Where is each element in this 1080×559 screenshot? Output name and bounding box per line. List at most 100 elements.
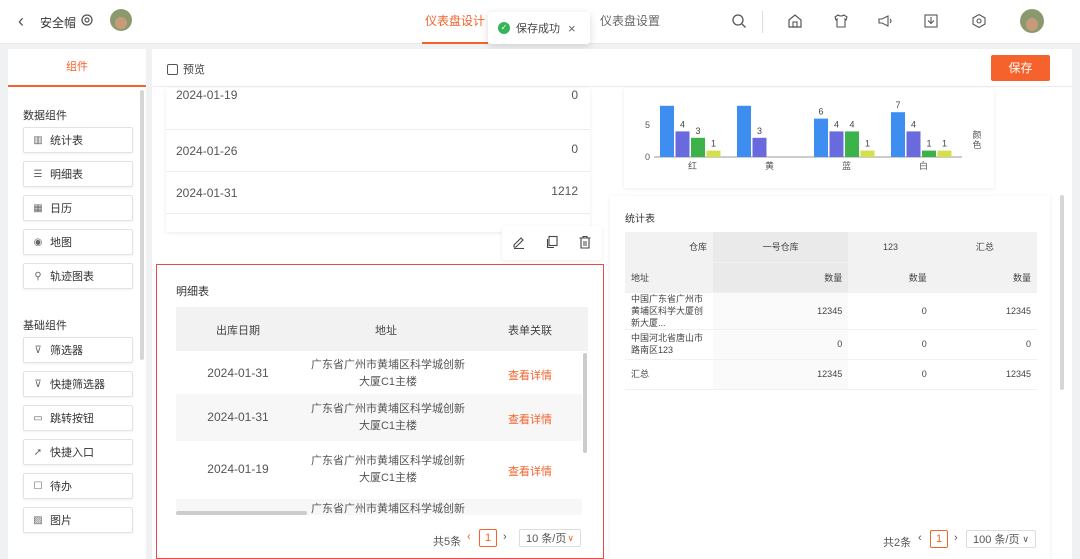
settings-icon[interactable] [80, 13, 94, 27]
component-bar-chart[interactable]: ▥ 统计表 [23, 127, 133, 153]
component-filter[interactable]: ⊽ 筛选器 [23, 337, 133, 363]
component-calendar[interactable]: ▦ 日历 [23, 195, 133, 221]
stat-cell: 中国广东省广州市黄埔区科学大厦创新大厦... [625, 292, 713, 330]
component-list[interactable]: ☰ 明细表 [23, 161, 133, 187]
stat-header-cell: 数量 [932, 262, 1037, 293]
edit-icon[interactable] [512, 235, 526, 252]
widget-actions [502, 226, 602, 260]
x-tick-label: 蓝 [842, 160, 851, 171]
prev-page-icon[interactable]: ‹ [918, 532, 922, 544]
page-size-select[interactable]: 10 条/页 ∨ [519, 529, 581, 547]
next-page-icon[interactable]: › [503, 531, 507, 543]
component-track[interactable]: ⚲ 轨迹图表 [23, 263, 133, 289]
row-value: 1212 [551, 184, 578, 198]
download-icon[interactable] [922, 12, 940, 30]
bar-chart-icon: ▥ [33, 134, 43, 146]
image-icon: ▨ [33, 514, 43, 526]
bar-data-label: 7 [895, 100, 900, 110]
stat-cell: 0 [848, 329, 933, 360]
shirt-icon[interactable] [832, 12, 850, 30]
next-page-icon[interactable]: › [954, 532, 958, 544]
component-label: 快捷筛选器 [50, 379, 105, 391]
view-details-link[interactable]: 查看详情 [472, 411, 582, 427]
canvas-toolbar: 预览 [152, 49, 1072, 87]
search-icon[interactable] [730, 12, 748, 30]
bar [845, 131, 859, 157]
home-icon[interactable] [786, 12, 804, 30]
component-map-pin[interactable]: ◉ 地图 [23, 229, 133, 255]
avatar[interactable] [110, 9, 132, 31]
stat-table-card: 统计表 仓库 一号仓库 123 汇总 地址 数量 数量 数量 中国广东省广州市黄… [610, 196, 1050, 559]
tab-components[interactable]: 组件 [8, 49, 146, 87]
stat-cell: 12345 [932, 292, 1037, 330]
detail-horizontal-scrollbar[interactable] [176, 511, 307, 515]
component-jump-button[interactable]: ▭ 跳转按钮 [23, 405, 133, 431]
table-row: 2024-01-31 广东省广州市黄埔区科学城创新大厦C1主楼 查看详情 [176, 394, 582, 441]
row-date: 2024-01-31 [207, 409, 269, 424]
save-button[interactable]: 保存 [991, 55, 1050, 81]
megaphone-icon[interactable] [876, 12, 894, 30]
component-shortcut[interactable]: ➚ 快捷入口 [23, 439, 133, 465]
stat-row: 中国河北省唐山市路南区123 0 0 0 [625, 329, 1037, 360]
stat-cell: 12345 [713, 359, 849, 390]
stat-cell: 中国河北省唐山市路南区123 [625, 329, 713, 360]
row-value: 0 [571, 142, 578, 156]
view-details-link[interactable]: 查看详情 [472, 463, 582, 479]
bar [675, 131, 690, 157]
page-size-select[interactable]: 100 条/页 ∨ [966, 530, 1036, 548]
stat-cell: 0 [713, 329, 849, 360]
preview-button[interactable]: 预览 [167, 61, 205, 77]
table-row: 2024-01-19 广东省广州市黄埔区科学城创新大厦C1主楼 查看详情 [176, 441, 582, 499]
stat-header-row: 地址 数量 数量 数量 [625, 262, 1037, 293]
user-avatar[interactable] [1020, 9, 1044, 33]
bar-data-label: 4 [849, 119, 854, 129]
bar [829, 131, 844, 157]
stat-table: 仓库 一号仓库 123 汇总 地址 数量 数量 数量 中国广东省广州市黄埔区科学… [625, 232, 1037, 390]
view-details-link[interactable]: 查看详情 [472, 367, 582, 383]
component-todo[interactable]: ☐ 待办 [23, 473, 133, 499]
component-image[interactable]: ▨ 图片 [23, 507, 133, 533]
stat-header-cell: 仓库 [625, 232, 713, 263]
component-quick-filter[interactable]: ⊽ 快捷筛选器 [23, 371, 133, 397]
current-page[interactable]: 1 [930, 530, 948, 548]
current-page[interactable]: 1 [479, 529, 497, 547]
component-label: 待办 [50, 481, 72, 493]
component-label: 轨迹图表 [50, 271, 94, 283]
data-components-heading: 数据组件 [23, 110, 67, 122]
bar [660, 105, 674, 157]
bar-data-label: 1 [926, 139, 931, 149]
bar [737, 105, 751, 157]
row-date: 2024-01-19 [207, 462, 269, 476]
stat-header-cell: 地址 [625, 262, 713, 293]
list-icon: ☰ [33, 168, 43, 180]
hexagon-settings-icon[interactable] [970, 12, 988, 30]
shortcut-icon: ➚ [33, 446, 43, 458]
table-row: 2024-01-26 0 [166, 130, 590, 172]
prev-page-icon[interactable]: ‹ [467, 531, 471, 543]
delete-icon[interactable] [578, 235, 592, 252]
component-label: 快捷入口 [50, 447, 94, 459]
left-panel-scrollbar[interactable] [140, 90, 144, 360]
chevron-down-icon: ∨ [1022, 533, 1029, 544]
stat-cell: 12345 [713, 292, 849, 330]
back-icon[interactable]: ‹ [12, 11, 30, 31]
column-header: 地址 [375, 325, 397, 337]
save-success-toast: ✓ 保存成功 × [488, 12, 590, 44]
basic-components-heading: 基础组件 [23, 320, 67, 332]
close-icon[interactable]: × [568, 21, 576, 36]
detail-table-widget[interactable]: 明细表 出库日期 地址 表单关联 2024-01-31 广东省广州市黄埔区科学城创… [156, 264, 604, 559]
tab-dashboard-settings[interactable]: 仪表盘设置 [600, 0, 660, 44]
tab-dashboard-design[interactable]: 仪表盘设计 [422, 0, 488, 44]
todo-icon: ☐ [33, 480, 43, 492]
bar [691, 137, 705, 157]
stat-header-cell: 汇总 [932, 232, 1037, 263]
detail-vertical-scrollbar[interactable] [583, 353, 587, 453]
jump-button-icon: ▭ [33, 412, 43, 424]
row-address: 广东省广州市黄埔区科学城创新大厦C1主楼 [311, 455, 465, 484]
canvas-scrollbar[interactable] [1060, 195, 1064, 390]
copy-icon[interactable] [545, 235, 559, 252]
header-divider [762, 11, 763, 33]
bar-data-label: 1 [942, 139, 947, 149]
preview-icon [167, 63, 178, 75]
bar-data-label: 3 [695, 126, 700, 136]
